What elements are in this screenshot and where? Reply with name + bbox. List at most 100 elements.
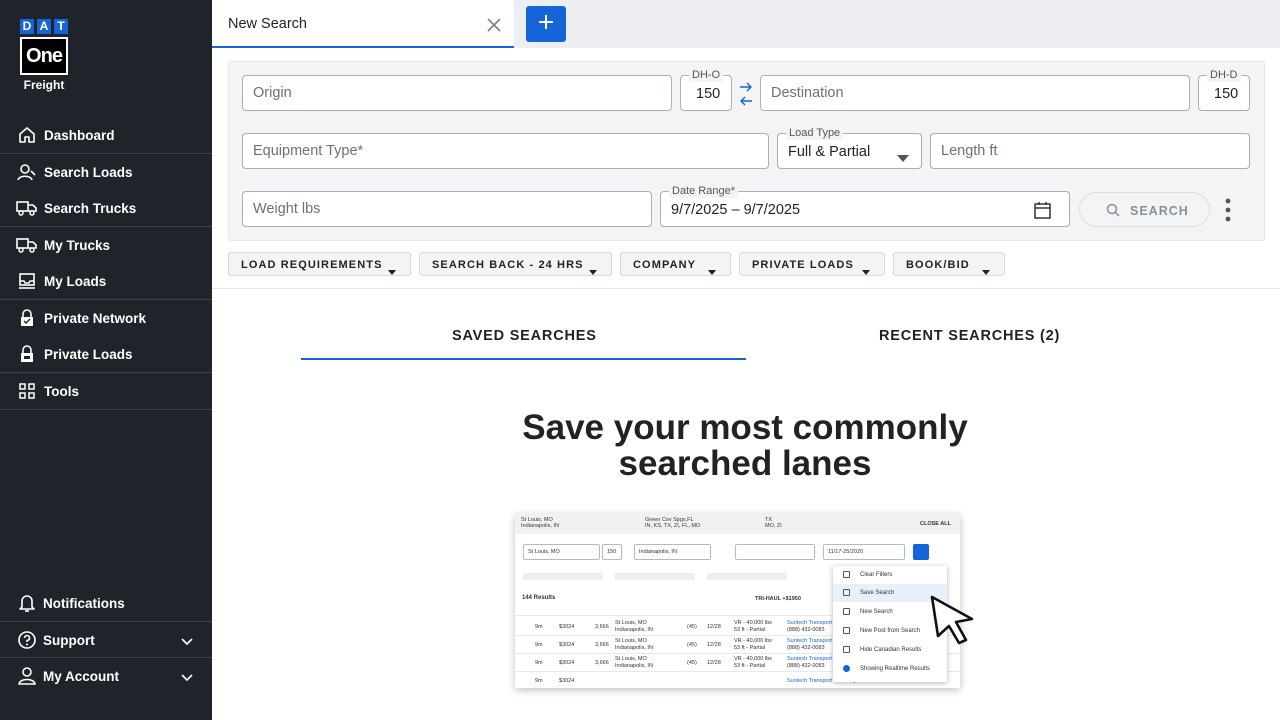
length-placeholder: Length ft xyxy=(941,143,998,159)
filter-search-back[interactable]: SEARCH BACK - 24 HRS xyxy=(419,252,612,276)
load-type-label: Load Type xyxy=(786,126,844,140)
illus-tab: St Louis, MO Indianapolis, IN xyxy=(521,517,559,529)
sidebar-divider xyxy=(0,409,212,410)
sidebar-item-label: Notifications xyxy=(43,595,125,611)
illus-cell: St Louis, MO xyxy=(615,638,647,644)
dh-d-value: 150 xyxy=(1214,86,1239,102)
illus-cell: 9m xyxy=(535,660,543,666)
filter-book-bid[interactable]: BOOK/BID xyxy=(893,252,1005,276)
illus-menu-label: Showing Realtime Results xyxy=(860,666,931,672)
illus-cell: 12/28 xyxy=(707,660,721,666)
sidebar-item-label: Private Network xyxy=(44,310,147,326)
caret-down-icon xyxy=(589,262,597,280)
swap-arrows-icon[interactable] xyxy=(739,81,753,107)
tab-recent-searches[interactable]: RECENT SEARCHES (2) xyxy=(879,328,1060,344)
illus-results-count: 144 Results xyxy=(522,595,556,601)
headline-line: searched lanes xyxy=(618,444,872,483)
illus-tab: TX MO, ZI xyxy=(765,517,782,529)
weight-input[interactable]: Weight lbs xyxy=(242,191,652,227)
logo-letter-d: D xyxy=(20,19,34,34)
illus-cell: Suntech Transport xyxy=(787,656,832,662)
lock-icon xyxy=(16,308,38,328)
equipment-type-input[interactable]: Equipment Type* xyxy=(242,133,769,169)
logo-letter-a: A xyxy=(37,19,51,34)
user-icon xyxy=(16,666,38,686)
illus-cell: St Louis, MO xyxy=(615,620,647,626)
home-icon xyxy=(16,125,38,145)
origin-input[interactable]: Origin xyxy=(242,75,672,111)
illus-dh-text: 150 xyxy=(607,549,617,555)
illus-cell: (45) xyxy=(687,624,697,630)
origin-placeholder: Origin xyxy=(253,85,292,101)
search-icon xyxy=(1106,203,1120,222)
dh-o-input[interactable]: DH-O 150 xyxy=(680,68,732,111)
caret-down-icon xyxy=(708,262,716,280)
illus-cell: 9m xyxy=(535,642,543,648)
illus-date: 11/17-25/2020 xyxy=(823,544,905,560)
illus-destination-text: Indianapolis, IN xyxy=(639,549,677,555)
sidebar-item-my-trucks[interactable]: My Trucks xyxy=(0,227,212,263)
illus-cell: Suntech Transport xyxy=(787,638,832,644)
inbox-icon xyxy=(16,271,38,291)
sidebar-item-tools[interactable]: Tools xyxy=(0,373,212,409)
illus-cell: 9m xyxy=(535,624,543,630)
sidebar-item-my-loads[interactable]: My Loads xyxy=(0,263,212,299)
filter-company[interactable]: COMPANY xyxy=(620,252,731,276)
load-type-select[interactable]: Load Type Full & Partial xyxy=(777,126,922,169)
sidebar-item-private-loads[interactable]: Private Loads xyxy=(0,336,212,372)
logo-letter-t: T xyxy=(54,19,68,34)
illus-menu-item: Showing Realtime Results xyxy=(833,660,947,678)
date-range-input[interactable]: Date Range* 9/7/2025 – 9/7/2025 xyxy=(660,184,1070,227)
lock-person-icon xyxy=(16,344,38,364)
illus-cell: 53 ft - Partial xyxy=(734,627,766,633)
sidebar-item-label: My Loads xyxy=(44,273,107,289)
sidebar-item-notifications[interactable]: Notifications xyxy=(0,585,212,621)
sidebar-item-search-trucks[interactable]: Search Trucks xyxy=(0,190,212,226)
illus-close-all: CLOSE ALL xyxy=(920,521,951,527)
sidebar-item-support[interactable]: Support xyxy=(0,622,212,658)
tab-new-search[interactable]: New Search xyxy=(212,0,514,48)
illus-menu-label: New Search xyxy=(860,609,893,615)
calendar-icon[interactable] xyxy=(1034,201,1051,224)
active-tab-indicator xyxy=(301,358,746,360)
chevron-down-icon[interactable] xyxy=(180,670,194,688)
illus-cell: 12/28 xyxy=(707,624,721,630)
illus-menu-label: New Post from Search xyxy=(860,628,921,634)
filter-label: COMPANY xyxy=(633,259,697,271)
help-icon xyxy=(16,630,38,650)
sidebar-item-my-account[interactable]: My Account xyxy=(0,658,212,694)
section-divider xyxy=(212,288,1280,289)
illus-chip xyxy=(707,573,787,580)
illus-cell: (45) xyxy=(687,642,697,648)
search-button[interactable]: SEARCH xyxy=(1079,192,1210,227)
date-range-value: 9/7/2025 – 9/7/2025 xyxy=(671,202,801,218)
tab-label: New Search xyxy=(228,16,307,32)
close-icon[interactable] xyxy=(486,17,502,33)
sidebar-item-search-loads[interactable]: Search Loads xyxy=(0,154,212,190)
more-options-icon[interactable] xyxy=(1218,197,1238,223)
sidebar-item-private-network[interactable]: Private Network xyxy=(0,300,212,336)
illus-tab-dest: MO, ZI xyxy=(765,523,782,529)
illus-dh: 150 xyxy=(602,544,622,560)
dat-one-logo[interactable]: D A T One Freight xyxy=(20,19,68,92)
illus-cell: $3024 xyxy=(559,678,575,684)
illus-search-button xyxy=(913,544,929,560)
illus-cell: VR - 40,000 lbs xyxy=(734,656,772,662)
illus-cell: 3,666 xyxy=(595,624,609,630)
illus-date-text: 11/17-25/2020 xyxy=(828,549,864,555)
illus-cell: 9m xyxy=(535,678,543,684)
illus-cell: $3024 xyxy=(559,660,575,666)
length-input[interactable]: Length ft xyxy=(930,133,1250,169)
chevron-down-icon[interactable] xyxy=(180,634,194,652)
illus-cell: (888) 432-0083 xyxy=(787,627,825,633)
sidebar-item-dashboard[interactable]: Dashboard xyxy=(0,117,212,153)
add-tab-button[interactable] xyxy=(526,6,566,42)
destination-input[interactable]: Destination xyxy=(760,75,1190,111)
illus-cell: 3,666 xyxy=(595,660,609,666)
filter-private-loads[interactable]: PRIVATE LOADS xyxy=(739,252,885,276)
dh-d-input[interactable]: DH-D 150 xyxy=(1198,68,1250,111)
illus-cell: (888) 432-0083 xyxy=(787,663,825,669)
tab-saved-searches[interactable]: SAVED SEARCHES xyxy=(452,328,597,344)
filter-load-requirements[interactable]: LOAD REQUIREMENTS xyxy=(228,252,411,276)
pointer-cursor-icon xyxy=(928,594,986,651)
